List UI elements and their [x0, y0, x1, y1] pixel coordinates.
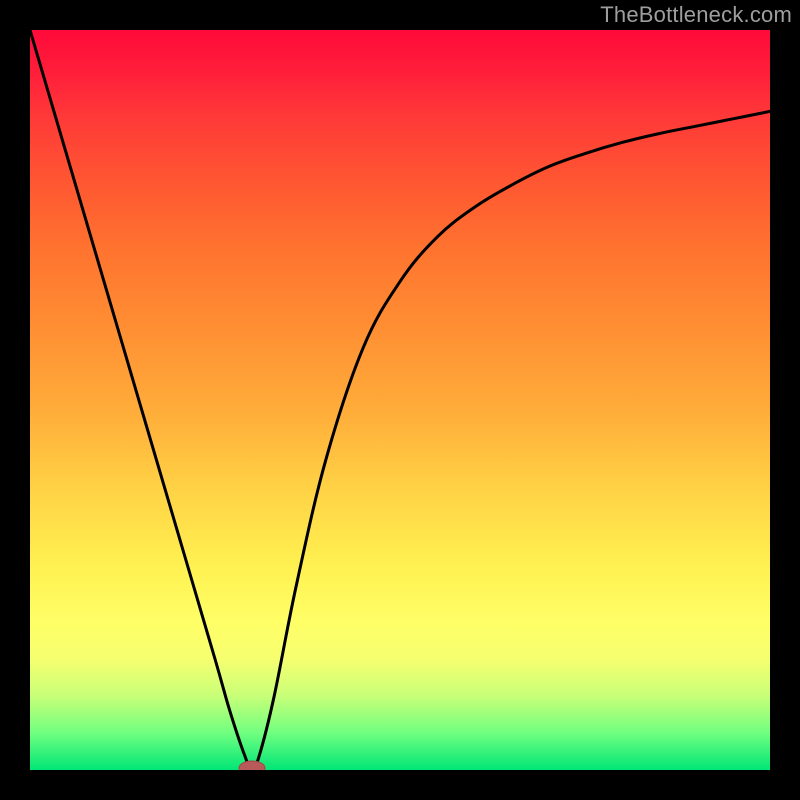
plot-area	[30, 30, 770, 770]
bottleneck-curve-svg	[30, 30, 770, 770]
chart-frame: TheBottleneck.com	[0, 0, 800, 800]
bottleneck-curve-path	[30, 30, 770, 770]
minimum-marker	[239, 761, 265, 770]
watermark-text: TheBottleneck.com	[600, 2, 792, 28]
